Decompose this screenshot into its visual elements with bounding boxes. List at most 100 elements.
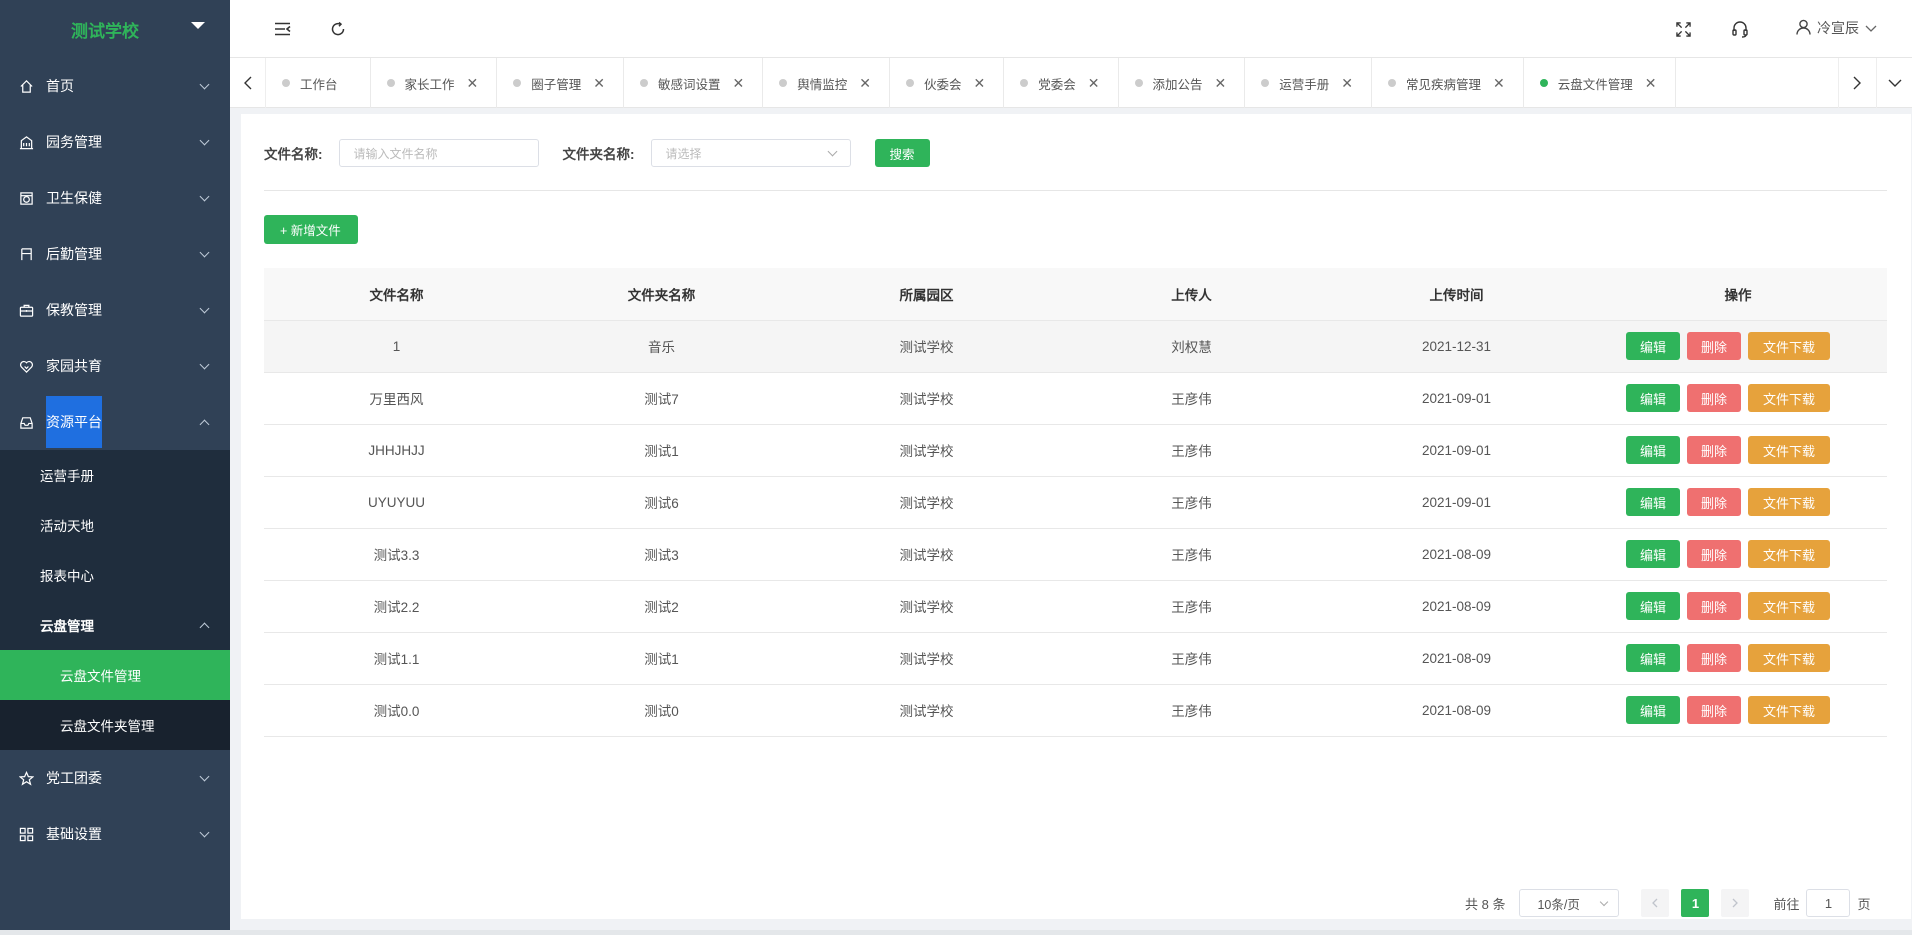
- edit-button[interactable]: 编辑: [1625, 696, 1680, 724]
- sidebar-item-after-1[interactable]: 基础设置: [0, 806, 230, 862]
- resource-submenu: 运营手册 活动天地 报表中心 云盘管理 云盘文件管理 云盘文件夹管理: [0, 450, 230, 750]
- sidebar-subitem-cloud-0[interactable]: 云盘文件管理: [0, 650, 230, 700]
- tab-10[interactable]: 云盘文件管理 ✕: [1524, 58, 1676, 108]
- sidebar-item-resource[interactable]: 资源平台: [0, 394, 230, 450]
- tab-2[interactable]: 圈子管理 ✕: [497, 58, 625, 108]
- page-size-select[interactable]: 10条/页: [1519, 889, 1620, 917]
- sidebar-subitem-2[interactable]: 报表中心: [0, 550, 230, 600]
- sidebar-item-4[interactable]: 保教管理: [0, 282, 230, 338]
- tab-label: 伙委会: [924, 77, 962, 92]
- sidebar-item-after-0[interactable]: 党工团委: [0, 750, 230, 806]
- download-button[interactable]: 文件下载: [1748, 436, 1831, 464]
- delete-button[interactable]: 删除: [1686, 436, 1741, 464]
- file-name-input[interactable]: 请输入文件名称: [338, 139, 539, 167]
- close-icon[interactable]: ✕: [974, 75, 986, 92]
- row-actions: 编辑 删除 文件下载: [1569, 384, 1887, 412]
- tabs-scroll-left-button[interactable]: [230, 58, 266, 108]
- download-button[interactable]: 文件下载: [1748, 696, 1831, 724]
- add-file-button[interactable]: + 新增文件: [264, 215, 358, 244]
- sidebar-item-2[interactable]: 卫生保健: [0, 170, 230, 226]
- tabs-more-button[interactable]: [1876, 58, 1912, 108]
- table-cell: 测试6: [529, 476, 794, 529]
- close-icon[interactable]: ✕: [1341, 75, 1353, 92]
- table-row: 测试2.2 测试2 测试学校 王彦伟 2021-08-09 编辑 删除 文件下载: [264, 580, 1887, 633]
- page-size-value: 10条/页: [1537, 897, 1580, 912]
- column-header: 操作: [1589, 268, 1887, 321]
- close-icon[interactable]: ✕: [1645, 75, 1657, 92]
- close-icon[interactable]: ✕: [1088, 75, 1100, 92]
- sidebar-subitem-cloud-1[interactable]: 云盘文件夹管理: [0, 700, 230, 750]
- sidebar-item-cloud-group[interactable]: 云盘管理: [0, 600, 230, 650]
- edit-button[interactable]: 编辑: [1625, 540, 1680, 568]
- table-cell: 测试1: [529, 632, 794, 685]
- table-cell: JHHJHJJ: [264, 424, 529, 477]
- delete-button[interactable]: 删除: [1686, 332, 1741, 360]
- edit-button[interactable]: 编辑: [1625, 332, 1680, 360]
- inbox-icon: [18, 414, 34, 430]
- edit-button[interactable]: 编辑: [1625, 436, 1680, 464]
- actions-cell: 编辑 删除 文件下载: [1589, 372, 1887, 425]
- download-button[interactable]: 文件下载: [1748, 384, 1831, 412]
- close-icon[interactable]: ✕: [593, 75, 605, 92]
- close-icon[interactable]: ✕: [1493, 75, 1505, 92]
- download-button[interactable]: 文件下载: [1748, 592, 1831, 620]
- tab-1[interactable]: 家长工作 ✕: [371, 58, 498, 108]
- close-icon[interactable]: ✕: [859, 75, 871, 92]
- edit-button[interactable]: 编辑: [1625, 592, 1680, 620]
- menu-toggle-icon[interactable]: [272, 19, 292, 39]
- next-page-button[interactable]: [1721, 889, 1750, 917]
- tab-5[interactable]: 伙委会 ✕: [890, 58, 1005, 108]
- sidebar-item-label: 保教管理: [46, 302, 102, 318]
- tab-4[interactable]: 舆情监控 ✕: [763, 58, 891, 108]
- fullscreen-icon[interactable]: [1673, 19, 1693, 39]
- headset-icon[interactable]: [1730, 19, 1750, 39]
- delete-button[interactable]: 删除: [1686, 384, 1741, 412]
- caret-down-icon[interactable]: [191, 22, 205, 29]
- prev-page-button[interactable]: [1641, 889, 1670, 917]
- logo-bar[interactable]: 测试学校: [0, 0, 230, 58]
- sidebar-subitem-1[interactable]: 活动天地: [0, 500, 230, 550]
- table-header-row: 文件名称 文件夹名称 所属园区 上传人 上传时间 操作: [264, 268, 1887, 321]
- download-button[interactable]: 文件下载: [1748, 488, 1831, 516]
- home-icon: [18, 78, 34, 94]
- folder-select[interactable]: 请选择: [650, 139, 851, 167]
- close-icon[interactable]: ✕: [467, 75, 479, 92]
- download-button[interactable]: 文件下载: [1748, 540, 1831, 568]
- delete-button[interactable]: 删除: [1686, 644, 1741, 672]
- table-cell: 测试学校: [794, 528, 1059, 581]
- delete-button[interactable]: 删除: [1686, 540, 1741, 568]
- sidebar-subitem-0[interactable]: 运营手册: [0, 450, 230, 500]
- close-icon[interactable]: ✕: [1215, 75, 1227, 92]
- delete-button[interactable]: 删除: [1686, 696, 1741, 724]
- goto-page-input[interactable]: 1: [1806, 889, 1851, 917]
- table-cell: 王彦伟: [1059, 424, 1324, 477]
- search-button[interactable]: 搜索: [874, 139, 930, 167]
- sidebar-item-0[interactable]: 首页: [0, 58, 230, 114]
- bottom-scrollbar[interactable]: [0, 930, 1912, 935]
- sidebar-item-5[interactable]: 家园共育: [0, 338, 230, 394]
- delete-button[interactable]: 删除: [1686, 592, 1741, 620]
- delete-button[interactable]: 删除: [1686, 488, 1741, 516]
- tab-9[interactable]: 常见疾病管理 ✕: [1372, 58, 1524, 108]
- refresh-icon[interactable]: [328, 19, 348, 39]
- close-icon[interactable]: ✕: [733, 75, 745, 92]
- edit-button[interactable]: 编辑: [1625, 384, 1680, 412]
- download-button[interactable]: 文件下载: [1748, 644, 1831, 672]
- download-button[interactable]: 文件下载: [1748, 332, 1831, 360]
- edit-button[interactable]: 编辑: [1625, 644, 1680, 672]
- tab-8[interactable]: 运营手册 ✕: [1245, 58, 1373, 108]
- tab-3[interactable]: 敏感词设置 ✕: [624, 58, 764, 108]
- tab-6[interactable]: 党委会 ✕: [1004, 58, 1119, 108]
- tabs-scroll-right-button[interactable]: [1838, 58, 1874, 108]
- table-cell: 万里西风: [264, 372, 529, 425]
- sidebar-item-3[interactable]: 后勤管理: [0, 226, 230, 282]
- user-menu[interactable]: 冷宣辰: [1796, 18, 1877, 38]
- edit-button[interactable]: 编辑: [1625, 488, 1680, 516]
- page-number-current[interactable]: 1: [1681, 889, 1710, 917]
- sidebar-item-1[interactable]: 园务管理: [0, 114, 230, 170]
- tabs-bar: 工作台 家长工作 ✕ 圈子管理 ✕ 敏感词设置 ✕ 舆情监控 ✕ 伙委会 ✕ 党委会 ✕ 添加公告 ✕ 运营手…: [230, 58, 1912, 108]
- tab-0[interactable]: 工作台: [266, 58, 371, 108]
- table-cell: 测试7: [529, 372, 794, 425]
- tab-7[interactable]: 添加公告 ✕: [1119, 58, 1246, 108]
- sidebar-item-label: 卫生保健: [46, 190, 102, 206]
